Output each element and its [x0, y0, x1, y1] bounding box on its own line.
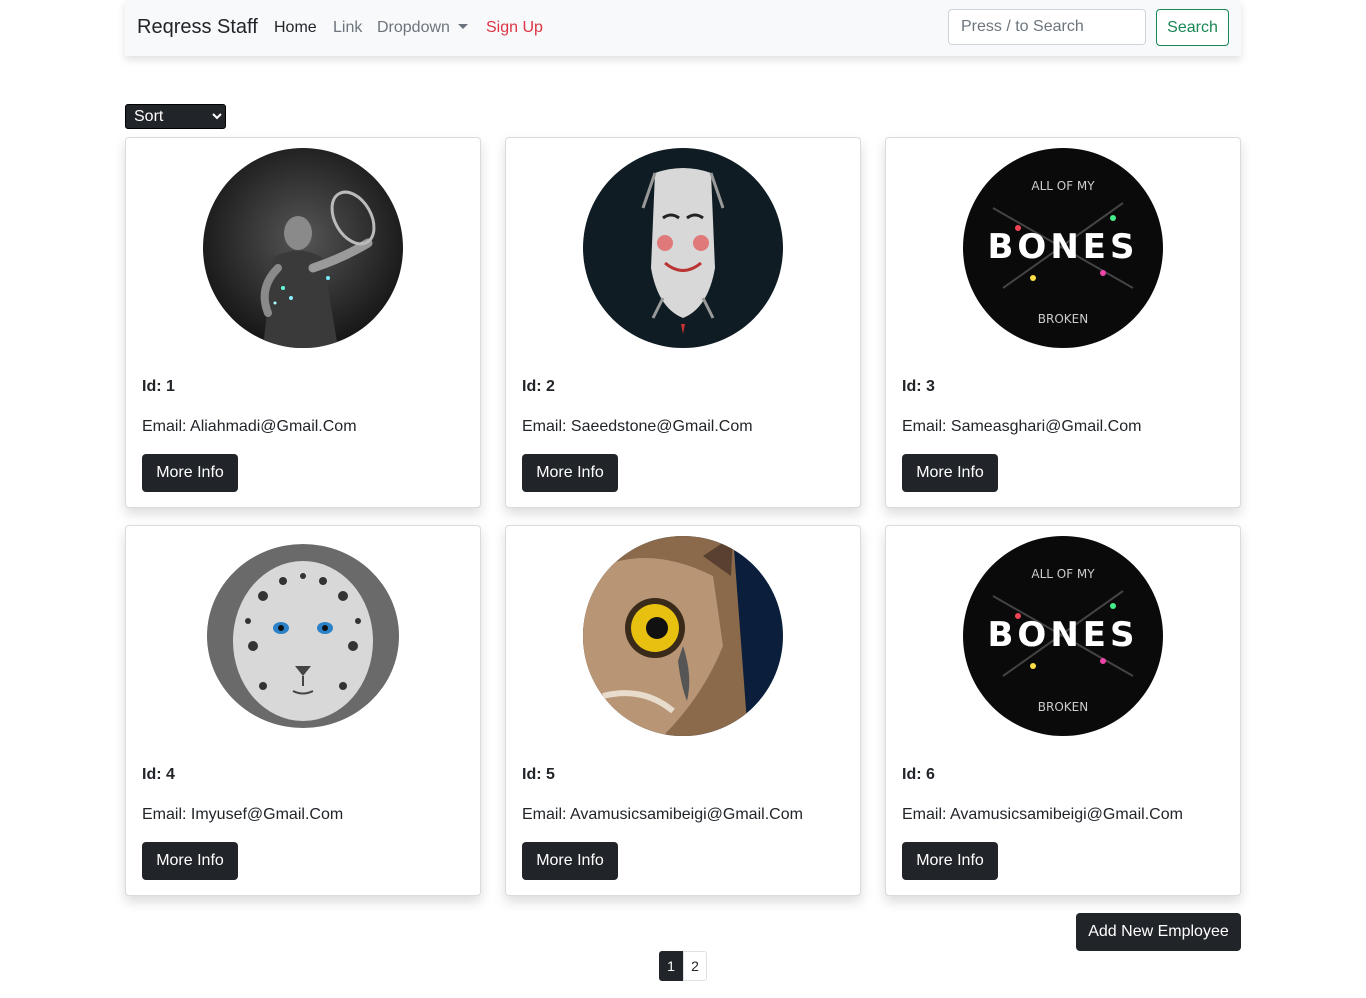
nav-signup-link[interactable]: Sign Up: [486, 19, 543, 37]
employee-id: Id: 1: [142, 378, 175, 395]
employee-card: ALL OF MY BONES BROKEN Id: 3 Email: Same…: [885, 137, 1241, 508]
employee-avatar: [203, 148, 403, 348]
navbar: Reqress Staff Home Link Dropdown Sign Up…: [125, 0, 1241, 56]
employee-email: Email: Avamusicsamibeigi@Gmail.Com: [902, 806, 1183, 823]
bones-main-text: BONES: [988, 615, 1139, 655]
employee-avatar: ALL OF MY BONES BROKEN: [963, 148, 1163, 348]
bones-album-art-icon: ALL OF MY BONES BROKEN: [963, 148, 1163, 348]
more-info-button[interactable]: More Info: [902, 454, 998, 492]
nav-home-link[interactable]: Home: [274, 19, 317, 37]
employee-avatar: [583, 536, 783, 736]
sort-select[interactable]: Sort: [125, 104, 226, 129]
employee-email: Email: Saeedstone@Gmail.Com: [522, 418, 753, 435]
more-info-button[interactable]: More Info: [522, 842, 618, 880]
owl-photo-icon: [583, 536, 783, 736]
employee-email: Email: Aliahmadi@Gmail.Com: [142, 418, 357, 435]
search-button[interactable]: Search: [1156, 9, 1229, 46]
bones-top-text: ALL OF MY: [1031, 179, 1095, 193]
employee-id: Id: 5: [522, 766, 555, 783]
more-info-button[interactable]: More Info: [142, 842, 238, 880]
bones-bottom-text: BROKEN: [1038, 312, 1088, 326]
pagination-page-2[interactable]: 2: [683, 951, 707, 981]
employee-email: Email: Avamusicsamibeigi@Gmail.Com: [522, 806, 803, 823]
employee-email: Email: Sameasghari@Gmail.Com: [902, 418, 1142, 435]
nav-dropdown-label: Dropdown: [377, 19, 450, 36]
more-info-button[interactable]: More Info: [522, 454, 618, 492]
employee-avatar: [203, 536, 403, 736]
more-info-button[interactable]: More Info: [142, 454, 238, 492]
employee-id: Id: 6: [902, 766, 935, 783]
add-new-employee-button[interactable]: Add New Employee: [1076, 913, 1241, 951]
pagination-page-1[interactable]: 1: [659, 951, 683, 981]
nav-dropdown-toggle[interactable]: Dropdown: [377, 19, 468, 37]
employee-card: Id: 5 Email: Avamusicsamibeigi@Gmail.Com…: [505, 525, 861, 896]
employee-avatar: [583, 148, 783, 348]
bones-top-text: ALL OF MY: [1031, 567, 1095, 581]
employee-email: Email: Imyusef@Gmail.Com: [142, 806, 344, 823]
bones-album-art-icon: ALL OF MY BONES BROKEN: [963, 536, 1163, 736]
search-input[interactable]: [948, 9, 1146, 45]
employee-id: Id: 4: [142, 766, 175, 783]
caret-down-icon: [457, 24, 468, 29]
employee-card: Id: 1 Email: Aliahmadi@Gmail.Com More In…: [125, 137, 481, 508]
employee-card: Id: 2 Email: Saeedstone@Gmail.Com More I…: [505, 137, 861, 508]
mask-art-photo-icon: [583, 148, 783, 348]
employee-id: Id: 3: [902, 378, 935, 395]
navbar-brand[interactable]: Reqress Staff: [137, 16, 258, 39]
bones-main-text: BONES: [988, 227, 1139, 267]
employee-card: Id: 4 Email: Imyusef@Gmail.Com More Info: [125, 525, 481, 896]
bones-bottom-text: BROKEN: [1038, 700, 1088, 714]
snow-leopard-photo-icon: [203, 536, 403, 736]
more-info-button[interactable]: More Info: [902, 842, 998, 880]
employee-id: Id: 2: [522, 378, 555, 395]
employee-card: ALL OF MY BONES BROKEN Id: 6 Email: Avam…: [885, 525, 1241, 896]
tennis-player-photo-icon: [203, 148, 403, 348]
employee-avatar: ALL OF MY BONES BROKEN: [963, 536, 1163, 736]
nav-link[interactable]: Link: [333, 19, 362, 37]
